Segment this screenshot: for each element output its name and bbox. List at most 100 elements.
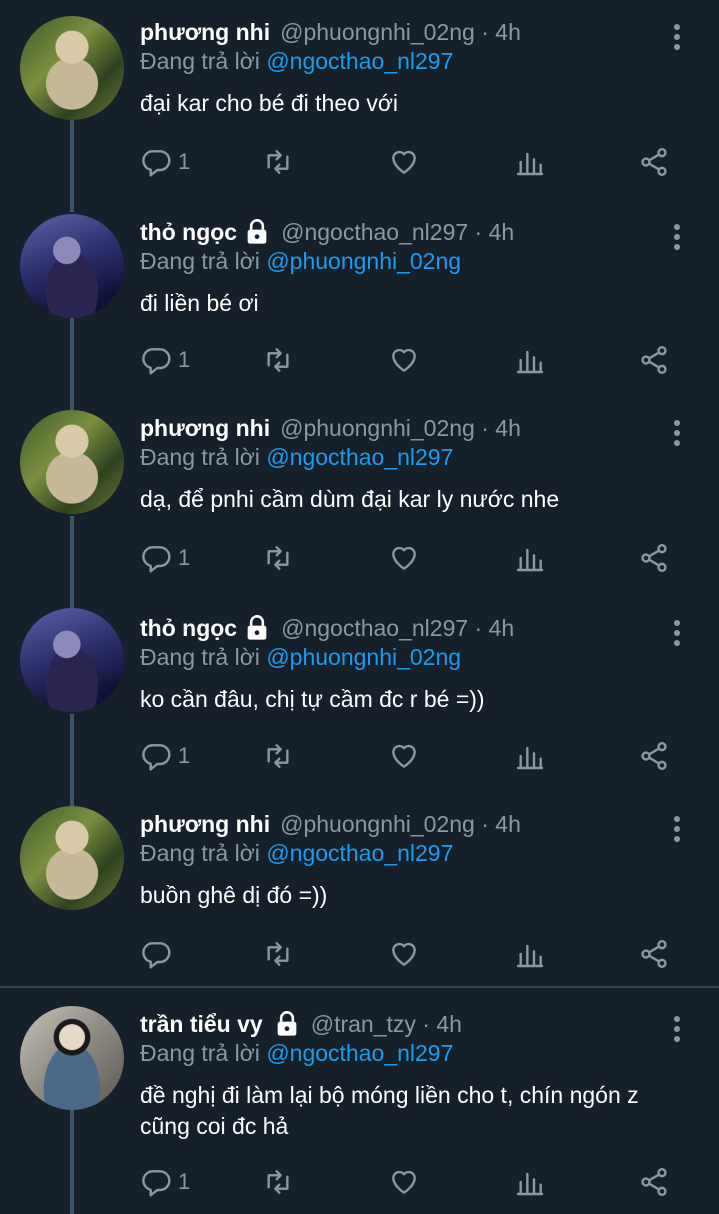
reply-count: 1	[178, 347, 191, 372]
like-button[interactable]	[388, 1164, 420, 1200]
mention-link[interactable]: @ngocthao_nl297	[266, 840, 453, 866]
share-button[interactable]	[638, 144, 670, 180]
analytics-button[interactable]	[514, 1164, 546, 1200]
tweet-header: thỏ ngọc @ngocthao_nl297 · 4h	[140, 610, 514, 646]
analytics-icon	[516, 548, 544, 572]
retweet-button[interactable]	[262, 144, 294, 180]
retweet-icon	[267, 942, 289, 966]
reply-button[interactable]: 1	[140, 1164, 190, 1200]
reply-button[interactable]	[140, 936, 178, 972]
retweet-button[interactable]	[262, 342, 294, 378]
reply-icon	[142, 150, 171, 177]
display-name[interactable]: thỏ ngọc	[140, 615, 237, 642]
thread-divider	[0, 986, 719, 988]
tweet-actions: 1	[140, 738, 680, 774]
replying-prefix: Đang trả lời	[140, 644, 267, 670]
handle-and-time: @ngocthao_nl297 · 4h	[281, 218, 515, 245]
more-options-icon[interactable]	[665, 22, 689, 52]
display-name[interactable]: phương nhi	[140, 811, 270, 838]
reply-icon	[142, 348, 171, 375]
share-button[interactable]	[638, 936, 670, 972]
retweet-icon	[267, 546, 289, 570]
tweet-text: đại kar cho bé đi theo với	[140, 88, 700, 119]
replying-prefix: Đang trả lời	[140, 444, 267, 470]
retweet-icon	[267, 744, 289, 768]
tweet-actions: 1	[140, 144, 680, 180]
lock-icon	[247, 615, 267, 640]
reply-button[interactable]: 1	[140, 540, 190, 576]
analytics-button[interactable]	[514, 144, 546, 180]
share-button[interactable]	[638, 540, 670, 576]
share-icon	[641, 742, 667, 770]
handle-and-time: @phuongnhi_02ng · 4h	[280, 18, 521, 45]
avatar[interactable]	[20, 608, 124, 712]
tweet-header: phương nhi @phuongnhi_02ng · 4h	[140, 14, 521, 50]
heart-icon	[392, 150, 416, 174]
share-icon	[641, 1168, 667, 1196]
tweet-actions: 1	[140, 540, 680, 576]
tweet[interactable]: trần tiểu vy @tran_tzy · 4h Đang trả lời…	[0, 1006, 719, 1214]
replying-prefix: Đang trả lời	[140, 48, 267, 74]
avatar[interactable]	[20, 16, 124, 120]
mention-link[interactable]: @ngocthao_nl297	[266, 444, 453, 470]
tweet-header: phương nhi @phuongnhi_02ng · 4h	[140, 410, 521, 446]
more-options-icon[interactable]	[665, 1014, 689, 1044]
more-options-icon[interactable]	[665, 814, 689, 844]
display-name[interactable]: phương nhi	[140, 19, 270, 46]
heart-icon	[392, 348, 416, 372]
mention-link[interactable]: @phuongnhi_02ng	[266, 248, 461, 274]
lock-icon	[277, 1011, 297, 1036]
share-button[interactable]	[638, 1164, 670, 1200]
analytics-icon	[516, 152, 544, 176]
handle-and-time: @tran_tzy · 4h	[310, 1010, 462, 1037]
share-button[interactable]	[638, 342, 670, 378]
mention-link[interactable]: @ngocthao_nl297	[266, 48, 453, 74]
tweet-text: đề nghị đi làm lại bộ móng liền cho t, c…	[140, 1080, 700, 1142]
analytics-button[interactable]	[514, 342, 546, 378]
display-name[interactable]: thỏ ngọc	[140, 219, 237, 246]
avatar[interactable]	[20, 1006, 124, 1110]
more-options-icon[interactable]	[665, 418, 689, 448]
like-button[interactable]	[388, 540, 420, 576]
analytics-button[interactable]	[514, 738, 546, 774]
heart-icon	[392, 744, 416, 768]
tweet-text-line: đi liền bé ơi	[140, 290, 259, 316]
reply-count: 1	[178, 743, 191, 768]
like-button[interactable]	[388, 738, 420, 774]
like-button[interactable]	[388, 342, 420, 378]
tweet[interactable]: phương nhi @phuongnhi_02ng · 4h Đang trả…	[0, 410, 719, 600]
analytics-button[interactable]	[514, 936, 546, 972]
more-options-icon[interactable]	[665, 618, 689, 648]
tweet[interactable]: phương nhi @phuongnhi_02ng · 4h Đang trả…	[0, 14, 719, 204]
tweet[interactable]: thỏ ngọc @ngocthao_nl297 · 4h Đang trả l…	[0, 608, 719, 800]
mention-link[interactable]: @phuongnhi_02ng	[266, 644, 461, 670]
mention-link[interactable]: @ngocthao_nl297	[266, 1040, 453, 1066]
retweet-button[interactable]	[262, 1164, 294, 1200]
avatar[interactable]	[20, 410, 124, 514]
display-name[interactable]: trần tiểu vy	[140, 1011, 263, 1038]
tweet[interactable]: thỏ ngọc @ngocthao_nl297 · 4h Đang trả l…	[0, 214, 719, 404]
retweet-button[interactable]	[262, 540, 294, 576]
like-button[interactable]	[388, 936, 420, 972]
tweet-text-line: cũng coi đc hả	[140, 1113, 289, 1139]
tweet[interactable]: phương nhi @phuongnhi_02ng · 4h Đang trả…	[0, 806, 719, 984]
tweet-header: phương nhi @phuongnhi_02ng · 4h	[140, 806, 521, 842]
retweet-button[interactable]	[262, 738, 294, 774]
analytics-button[interactable]	[514, 540, 546, 576]
share-button[interactable]	[638, 738, 670, 774]
more-options-icon[interactable]	[665, 222, 689, 252]
share-icon	[641, 148, 667, 176]
retweet-icon	[267, 348, 289, 372]
retweet-button[interactable]	[262, 936, 294, 972]
replying-to: Đang trả lời @ngocthao_nl297	[140, 444, 453, 471]
reply-button[interactable]: 1	[140, 144, 190, 180]
reply-button[interactable]: 1	[140, 342, 190, 378]
display-name[interactable]: phương nhi	[140, 415, 270, 442]
reply-icon	[142, 744, 171, 771]
avatar[interactable]	[20, 806, 124, 910]
tweet-actions: 1	[140, 342, 680, 378]
like-button[interactable]	[388, 144, 420, 180]
avatar[interactable]	[20, 214, 124, 318]
handle-and-time: @ngocthao_nl297 · 4h	[281, 614, 515, 641]
reply-button[interactable]: 1	[140, 738, 190, 774]
